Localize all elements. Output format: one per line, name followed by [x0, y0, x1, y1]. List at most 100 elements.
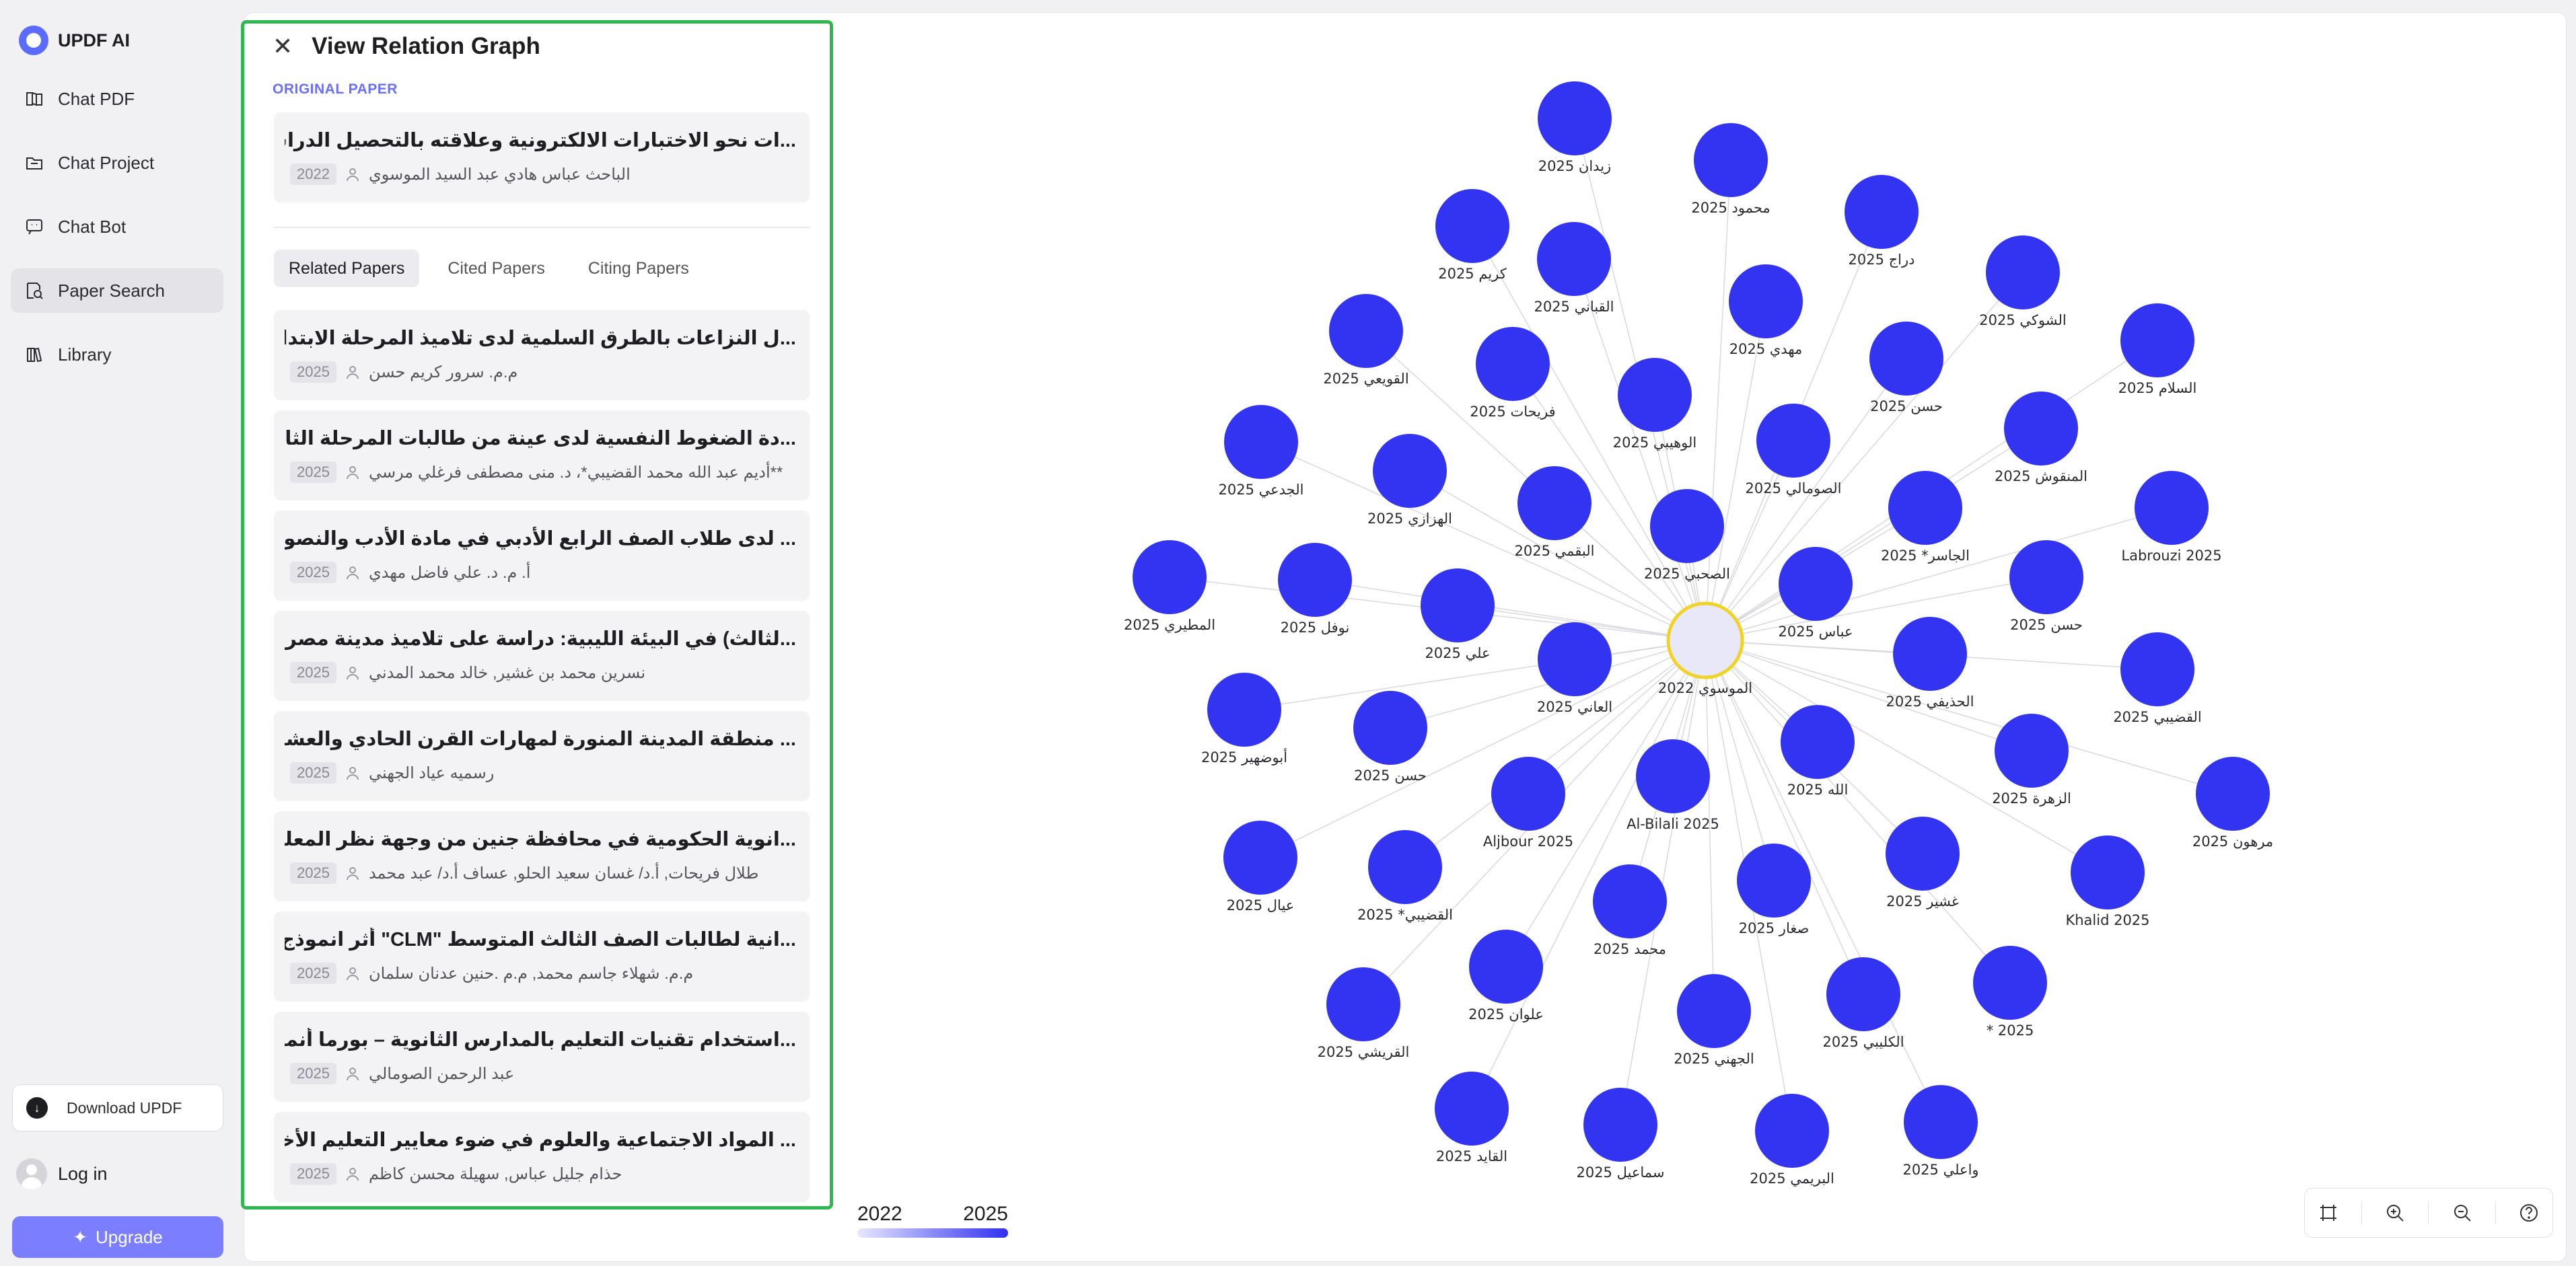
brand[interactable]: UPDF AI [19, 26, 130, 55]
download-updf-button[interactable]: ↓ Download UPDF [12, 1084, 223, 1131]
graph-node-circle[interactable] [1973, 946, 2047, 1020]
graph-node-circle[interactable] [1223, 821, 1297, 895]
graph-node-circle[interactable] [1435, 189, 1509, 263]
graph-node[interactable]: الجهني 2025 [1674, 974, 1754, 1067]
graph-node[interactable]: القايد 2025 [1435, 1072, 1509, 1164]
list-item[interactable]: ...استخدام تقنيات التعليم بالمدارس الثان… [274, 1012, 810, 1102]
graph-node-circle[interactable] [1886, 817, 1960, 891]
graph-node-circle[interactable] [1781, 705, 1855, 779]
graph-node[interactable]: محمد 2025 [1593, 864, 1667, 957]
graph-node-circle[interactable] [2071, 835, 2145, 909]
graph-node[interactable]: حسن 2025 [1353, 691, 1427, 784]
graph-node-circle[interactable] [1329, 294, 1403, 368]
graph-node-circle[interactable] [1583, 1088, 1657, 1162]
graph-node[interactable]: القضيبي 2025 [2113, 632, 2202, 725]
graph-node[interactable]: Aljbour 2025 [1483, 757, 1573, 850]
upgrade-button[interactable]: ✦ Upgrade [12, 1216, 223, 1258]
graph-center-node[interactable]: الموسوي 2022 [1658, 601, 1752, 696]
list-item[interactable]: ...لثالث) في البيئة الليبية: دراسة على ت… [274, 611, 810, 701]
graph-node[interactable]: الله 2025 [1781, 705, 1855, 798]
sidebar-item-paper-search[interactable]: Paper Search [11, 268, 223, 313]
graph-node[interactable]: الكليبي 2025 [1822, 957, 1904, 1050]
graph-node[interactable]: كريم 2025 [1435, 189, 1509, 283]
graph-node-circle[interactable] [1326, 967, 1400, 1041]
graph-node-circle[interactable] [1476, 327, 1550, 401]
fit-view-icon[interactable] [2315, 1199, 2342, 1226]
graph-node-circle[interactable] [1538, 81, 1612, 155]
graph-node[interactable]: عيال 2025 [1223, 821, 1297, 914]
graph-node-circle[interactable] [1845, 175, 1919, 249]
login-link[interactable]: Log in [16, 1158, 108, 1189]
help-icon[interactable] [2515, 1199, 2542, 1226]
graph-node-circle[interactable] [1435, 1072, 1509, 1146]
graph-node-circle[interactable] [1888, 471, 1962, 545]
graph-node[interactable]: محمود 2025 [1691, 123, 1770, 216]
graph-node[interactable]: المطيري 2025 [1124, 540, 1215, 633]
graph-node[interactable]: دراج 2025 [1845, 175, 1919, 268]
graph-node[interactable]: البريمي 2025 [1750, 1094, 1834, 1187]
graph-node[interactable]: مرهون 2025 [2192, 757, 2273, 850]
graph-node[interactable]: الوهيبي 2025 [1613, 358, 1696, 451]
list-item[interactable]: ...دة الضغوط النفسية لدى عينة من طالبات … [274, 410, 810, 500]
graph-node[interactable]: صغار 2025 [1737, 844, 1811, 936]
sidebar-item-chat-pdf[interactable]: Chat PDF [11, 77, 223, 121]
graph-node-circle[interactable] [1756, 404, 1830, 478]
graph-node-circle[interactable] [1353, 691, 1427, 765]
graph-node-circle[interactable] [1517, 466, 1591, 540]
graph-node[interactable]: حسن 2025 [1869, 322, 1943, 414]
graph-node[interactable]: البقمي 2025 [1515, 466, 1595, 559]
graph-node-circle[interactable] [1593, 864, 1667, 938]
graph-node-circle[interactable] [1893, 617, 1967, 691]
graph-node[interactable]: علوان 2025 [1468, 930, 1544, 1022]
graph-node-circle[interactable] [1677, 974, 1751, 1048]
graph-node-circle[interactable] [1694, 123, 1768, 197]
zoom-out-icon[interactable] [2449, 1199, 2476, 1226]
graph-node[interactable]: الهزازي 2025 [1367, 434, 1452, 527]
graph-node-circle[interactable] [1421, 568, 1495, 642]
graph-node[interactable]: الشوكي 2025 [1979, 235, 2067, 328]
graph-node[interactable]: زيدان 2025 [1538, 81, 1612, 174]
graph-node[interactable]: سماعيل 2025 [1576, 1088, 1665, 1181]
graph-node[interactable]: السلام 2025 [2118, 303, 2197, 396]
list-item[interactable]: ... لدى طلاب الصف الرابع الأدبي في مادة … [274, 511, 810, 601]
graph-node[interactable]: الجاسر* 2025 [1881, 471, 1970, 564]
relation-graph-canvas[interactable]: زيدان 2025 محمود 2025 دراج 2025 كريم 2025 ال… [836, 13, 2559, 1197]
graph-node-circle[interactable] [1207, 673, 1281, 747]
graph-node-circle[interactable] [2120, 303, 2194, 377]
graph-node[interactable]: الزهرة 2025 [1992, 714, 2071, 807]
graph-node[interactable]: غشير 2025 [1886, 817, 1960, 909]
graph-node[interactable]: Khalid 2025 [2065, 835, 2150, 928]
list-item[interactable]: ... المواد الاجتماعية والعلوم في ضوء معا… [274, 1112, 810, 1202]
graph-node[interactable]: مهدي 2025 [1729, 264, 1803, 357]
graph-node-circle[interactable] [1368, 830, 1442, 904]
graph-node[interactable]: علي 2025 [1421, 568, 1495, 661]
graph-node-circle[interactable] [1636, 739, 1710, 813]
graph-node[interactable]: القريشي 2025 [1318, 967, 1410, 1060]
close-icon[interactable]: ✕ [273, 34, 293, 59]
graph-node[interactable]: الصحبي 2025 [1644, 489, 1730, 582]
graph-node[interactable]: العاني 2025 [1537, 622, 1612, 715]
graph-node-circle[interactable] [1650, 489, 1724, 563]
graph-node-circle[interactable] [1904, 1085, 1978, 1159]
graph-node[interactable]: الحذيفي 2025 [1886, 617, 1974, 710]
graph-node-circle[interactable] [2196, 757, 2270, 831]
tab-related-papers[interactable]: Related Papers [274, 250, 420, 287]
graph-node-circle[interactable] [1995, 714, 2069, 788]
tab-cited-papers[interactable]: Cited Papers [433, 250, 560, 287]
list-item[interactable]: ...انية لطالبات الصف الثالث المتوسط "CLM… [274, 911, 810, 1002]
graph-node-circle[interactable] [1224, 405, 1298, 479]
graph-node[interactable]: نوفل 2025 [1278, 543, 1352, 636]
graph-node[interactable]: Al-Bilali 2025 [1626, 739, 1719, 832]
graph-node[interactable]: أبوضهير 2025 [1201, 673, 1287, 766]
graph-node-circle[interactable] [2009, 540, 2083, 614]
graph-center-circle[interactable] [1666, 601, 1744, 679]
graph-node-circle[interactable] [1737, 844, 1811, 918]
list-item[interactable]: ... منطقة المدينة المنورة لمهارات القرن … [274, 711, 810, 801]
graph-node-circle[interactable] [1826, 957, 1900, 1031]
sidebar-item-chat-project[interactable]: Chat Project [11, 141, 223, 185]
graph-node-circle[interactable] [1618, 358, 1692, 432]
graph-node-circle[interactable] [1278, 543, 1352, 617]
graph-node-circle[interactable] [1133, 540, 1207, 614]
graph-node-circle[interactable] [1779, 547, 1853, 621]
graph-node-circle[interactable] [1469, 930, 1543, 1004]
